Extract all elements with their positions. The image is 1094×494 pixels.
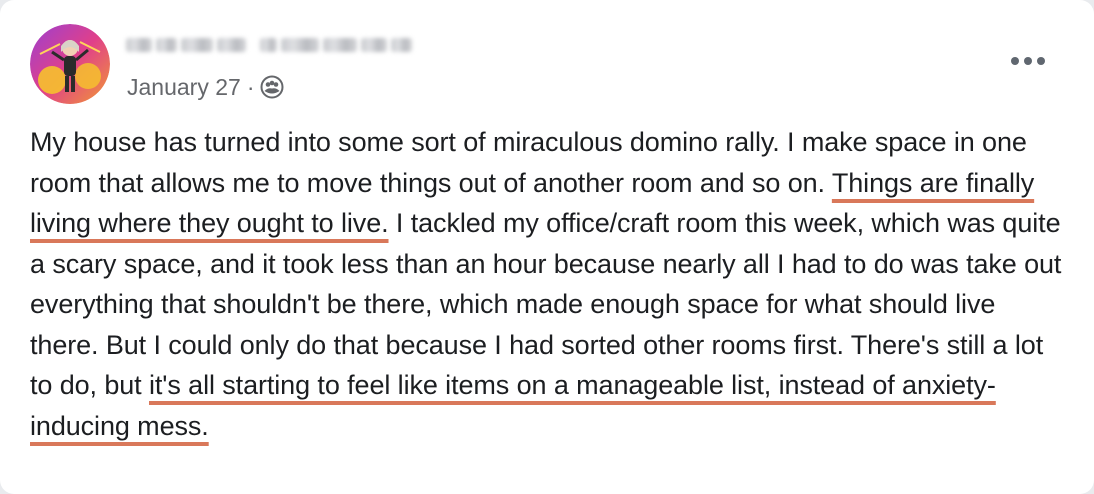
avatar-image	[30, 24, 110, 104]
redacted-block	[181, 38, 214, 52]
author-name-redacted[interactable]	[126, 30, 413, 60]
underlined-phrase: it's all starting to feel like items on …	[30, 370, 996, 441]
redacted-block	[259, 38, 277, 52]
redacted-block	[322, 38, 357, 52]
post-options-button[interactable]	[1005, 46, 1051, 76]
post-body: My house has turned into some sort of mi…	[30, 122, 1070, 446]
redacted-block	[280, 38, 319, 52]
ellipsis-horizontal-icon	[1011, 57, 1045, 65]
redacted-block	[126, 38, 153, 52]
post-date[interactable]: January 27	[127, 74, 241, 101]
post-card: January 27 · My house has turned into so…	[0, 0, 1094, 494]
redacted-block	[217, 38, 246, 52]
redacted-block	[156, 38, 178, 52]
meta-separator: ·	[246, 73, 255, 100]
friends-group-icon[interactable]	[260, 75, 284, 99]
post-meta: January 27 ·	[127, 72, 284, 102]
redacted-block	[360, 38, 388, 52]
author-avatar[interactable]	[30, 24, 110, 104]
redacted-block	[391, 38, 413, 52]
